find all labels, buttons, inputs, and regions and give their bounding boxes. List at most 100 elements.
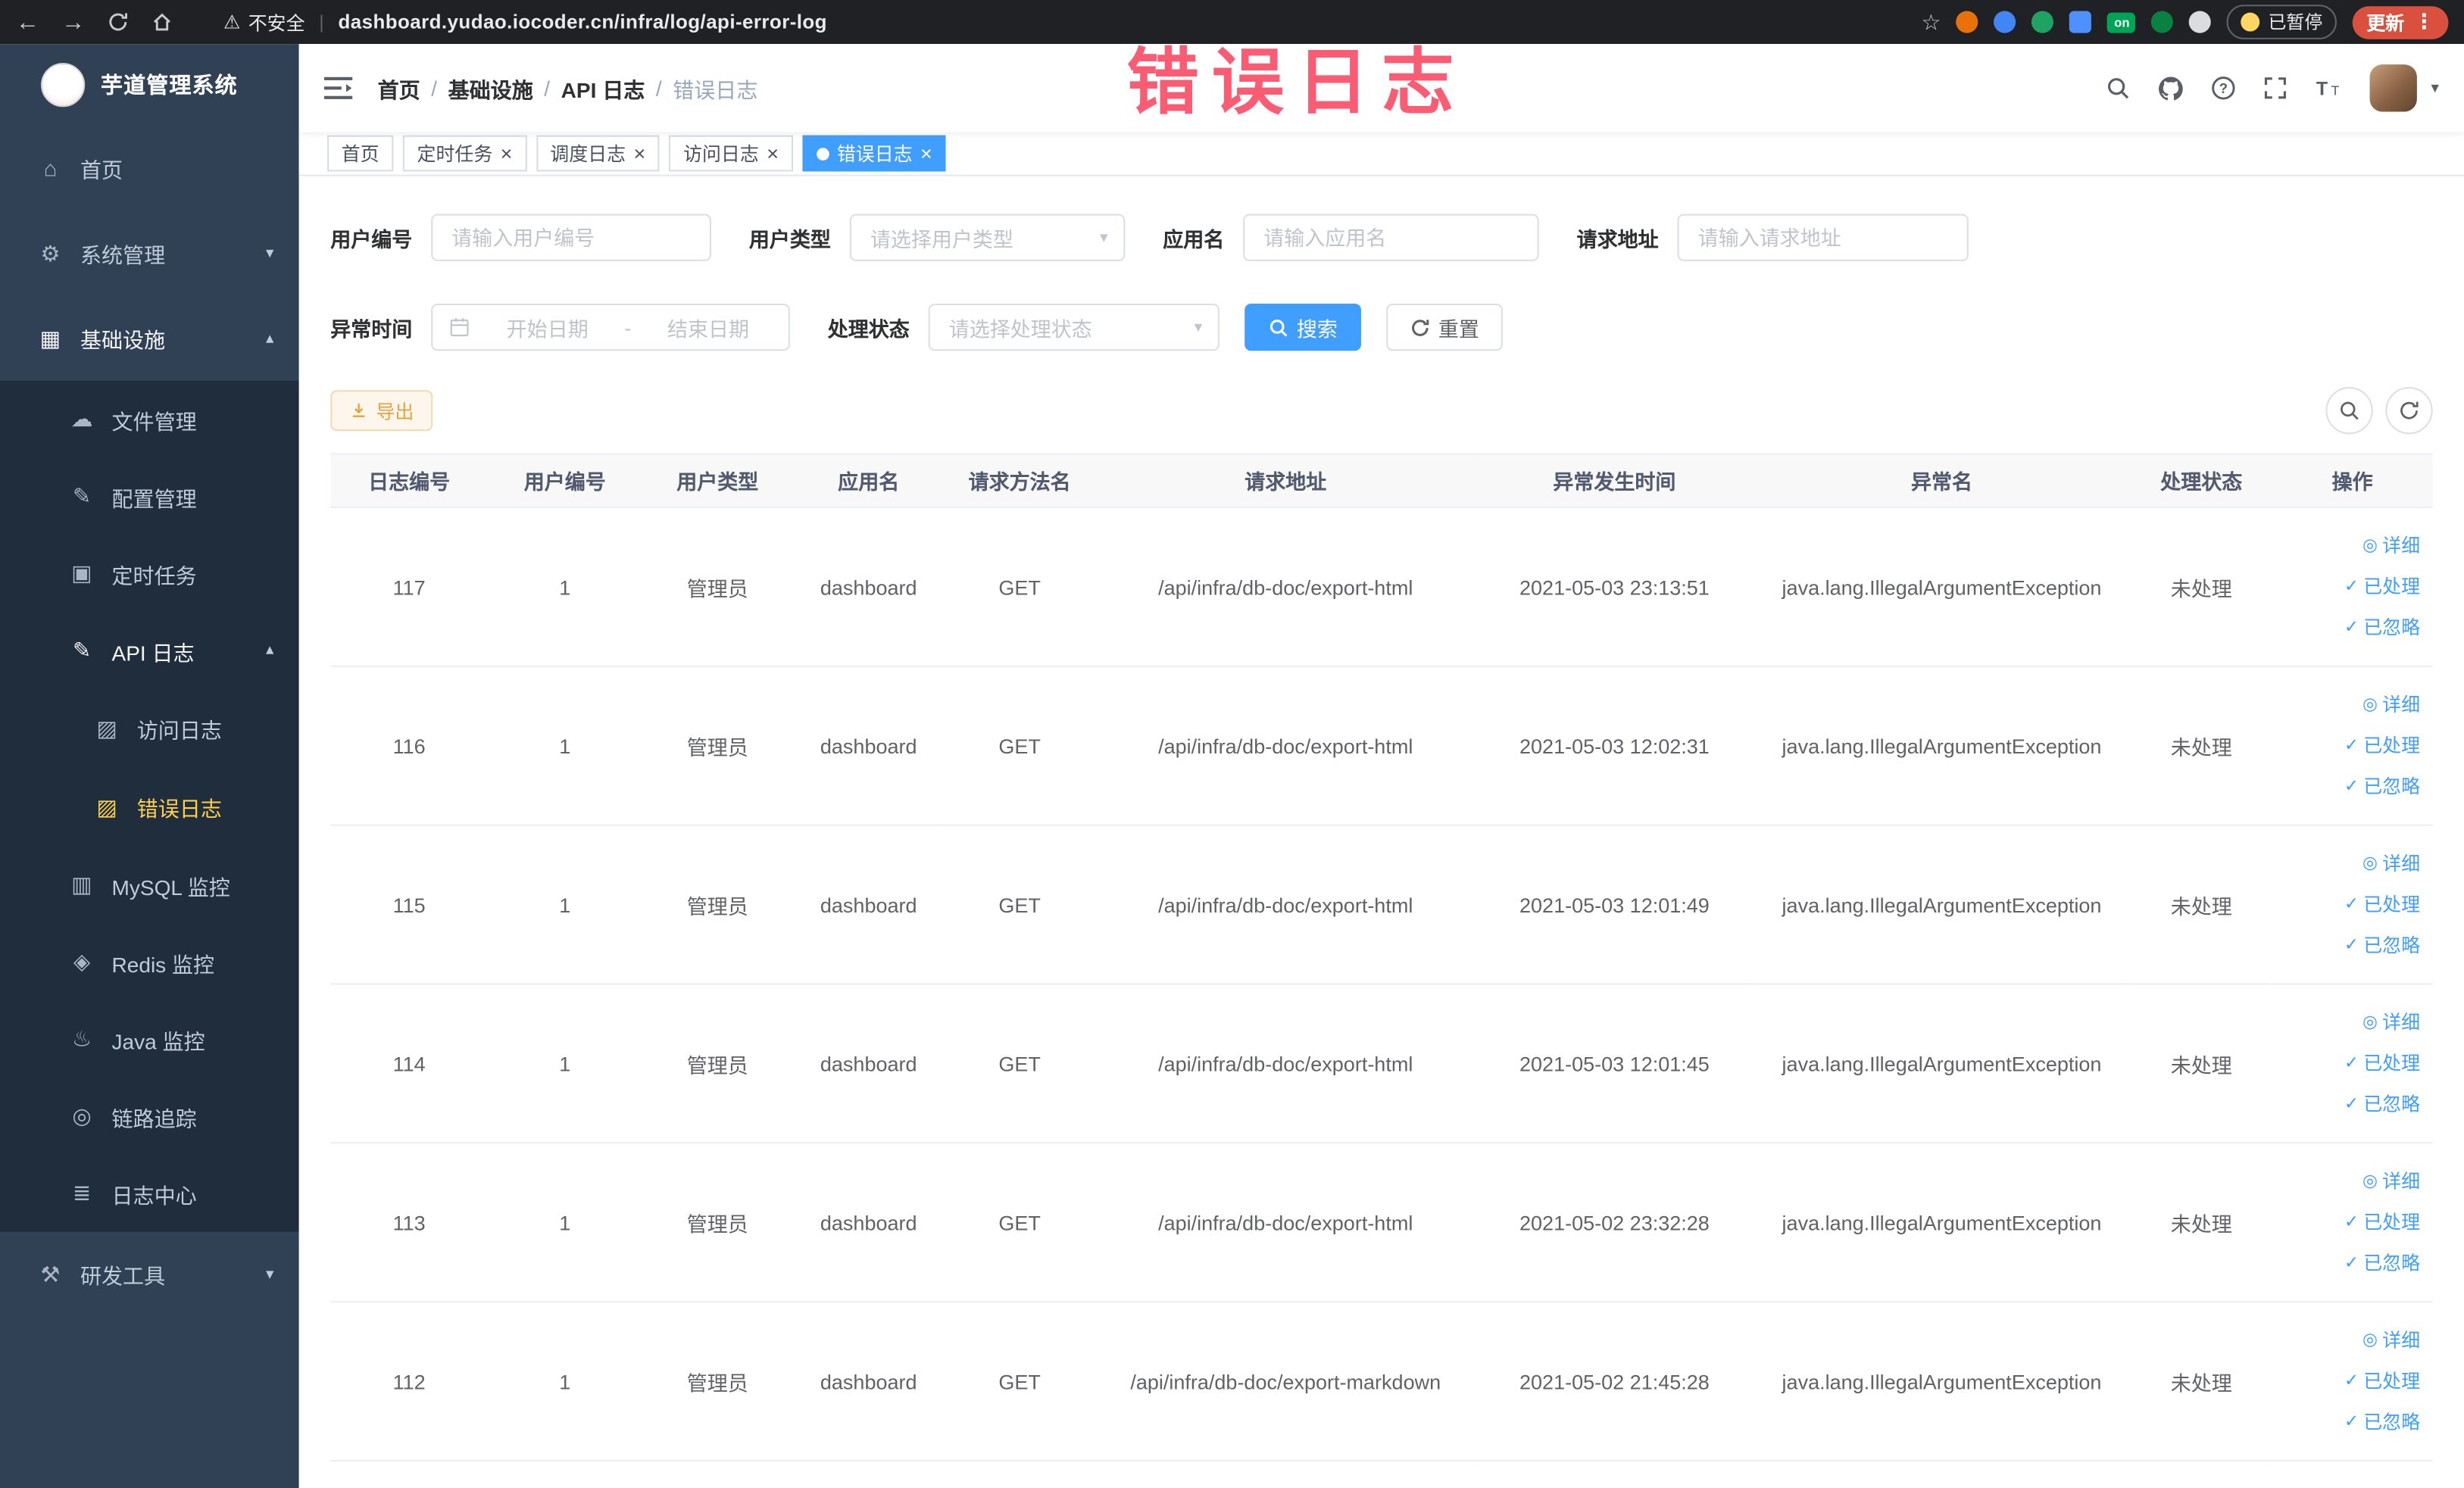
sidebar-item-link-trace[interactable]: ◎ 链路追踪 [0, 1078, 299, 1155]
detail-link[interactable]: ◎ 详细 [2363, 691, 2420, 719]
processed-link[interactable]: ✓ 已处理 [2344, 1050, 2420, 1078]
action-label: 已忽略 [2363, 1411, 2421, 1433]
ignore-link[interactable]: ✓ 已忽略 [2344, 1249, 2420, 1277]
browser-update-button[interactable]: 更新 ⋮ [2352, 5, 2449, 39]
cell-method: GET [944, 825, 1095, 985]
bookmark-star-icon[interactable]: ☆ [1921, 8, 1941, 35]
chevron-down-icon[interactable]: ▾ [2431, 80, 2439, 97]
extension-on-badge[interactable]: on [2107, 11, 2137, 33]
sidebar-item-redis-monitor[interactable]: ◈ Redis 监控 [0, 923, 299, 1001]
tab-access-log[interactable]: 访问日志 × [669, 135, 793, 172]
ignore-link[interactable]: ✓ 已忽略 [2344, 772, 2420, 800]
check-icon: ✓ [2344, 936, 2359, 955]
close-icon[interactable]: × [633, 143, 645, 164]
tab-scheduled-task[interactable]: 定时任务 × [402, 135, 527, 172]
breadcrumb-item[interactable]: 首页 [378, 73, 420, 105]
processed-link[interactable]: ✓ 已处理 [2344, 1367, 2420, 1395]
exception-time-range-picker[interactable]: 开始日期 - 结束日期 [431, 303, 790, 351]
address-bar[interactable]: ⚠ 不安全 | dashboard.yudao.iocoder.cn/infra… [223, 8, 827, 35]
user-type-select[interactable]: 请选择用户类型 ▾ [849, 214, 1126, 261]
chevron-down-icon: ▾ [1194, 318, 1203, 336]
toggle-search-button[interactable] [2325, 387, 2373, 435]
sidebar-item-scheduled-task[interactable]: ▣ 定时任务 [0, 535, 299, 613]
ignore-link[interactable]: ✓ 已忽略 [2344, 931, 2420, 959]
sidebar-item-access-log[interactable]: ▨ 访问日志 [0, 688, 299, 768]
processed-link[interactable]: ✓ 已处理 [2344, 1208, 2420, 1236]
tab-schedule-log[interactable]: 调度日志 × [536, 135, 660, 172]
app-name-input[interactable] [1243, 214, 1539, 261]
refresh-table-button[interactable] [2385, 387, 2433, 435]
ignore-link[interactable]: ✓ 已忽略 [2344, 1408, 2420, 1436]
close-icon[interactable]: × [501, 143, 513, 164]
extension-icon[interactable] [1994, 11, 2017, 33]
sidebar-item-infrastructure[interactable]: ▦ 基础设施 ▴ [0, 296, 299, 381]
logo[interactable]: 芋道管理系统 [0, 44, 299, 126]
api-log-icon: ✎ [72, 637, 92, 663]
sidebar-item-error-log[interactable]: ▨ 错误日志 [0, 767, 299, 847]
export-button[interactable]: 导出 [330, 390, 433, 432]
detail-link[interactable]: ◎ 详细 [2363, 850, 2420, 878]
tab-error-log[interactable]: 错误日志 × [802, 135, 947, 172]
font-size-icon[interactable]: TT [2315, 76, 2343, 101]
sidebar-item-system-management[interactable]: ⚙ 系统管理 ▾ [0, 211, 299, 295]
hamburger-icon[interactable] [323, 76, 353, 101]
breadcrumb-item[interactable]: API 日志 [561, 73, 645, 105]
forward-icon[interactable]: → [61, 8, 85, 35]
sidebar-item-api-log[interactable]: ✎ API 日志 ▴ [0, 612, 299, 689]
extension-icon[interactable] [2031, 11, 2055, 33]
extension-icon[interactable] [1957, 11, 1979, 33]
sidebar-item-log-center[interactable]: ≣ 日志中心 [0, 1154, 299, 1232]
sidebar-item-label: 定时任务 [111, 563, 197, 588]
sidebar-item-file-management[interactable]: ☁ 文件管理 [0, 380, 299, 458]
reload-icon[interactable] [107, 11, 129, 33]
cell-request-url: /api/infra/db-doc/export-markdown [1095, 1302, 1476, 1461]
user-id-input[interactable] [431, 214, 712, 261]
extension-icon[interactable] [2069, 11, 2092, 33]
cell-status: 未处理 [2130, 507, 2272, 667]
request-url-input[interactable] [1677, 214, 1969, 261]
search-button[interactable]: 搜索 [1244, 303, 1362, 351]
sidebar-item-java-monitor[interactable]: ♨ Java 监控 [0, 1000, 299, 1078]
close-icon[interactable]: × [767, 143, 779, 164]
tab-home[interactable]: 首页 [327, 135, 394, 172]
ignore-link[interactable]: ✓ 已忽略 [2344, 613, 2420, 641]
detail-link[interactable]: ◎ 详细 [2363, 1009, 2420, 1037]
column-header: 操作 [2272, 453, 2433, 509]
sidebar-item-config-management[interactable]: ✎ 配置管理 [0, 457, 299, 535]
cell-app-name: dashboard [793, 825, 945, 985]
search-icon[interactable] [2105, 76, 2130, 101]
processed-link[interactable]: ✓ 已处理 [2344, 572, 2420, 601]
back-icon[interactable]: ← [16, 8, 39, 35]
kebab-menu-icon[interactable]: ⋮ [2414, 9, 2434, 34]
check-icon: ✓ [2344, 577, 2359, 597]
sidebar-menu: ⌂ 首页 ⚙ 系统管理 ▾ ▦ 基础设施 ▴ ☁ 文件管理 ✎ 配置管理 ▣ 定时任务 ✎ API 日志 ▴ ▨ 访… [0, 126, 299, 1317]
process-status-select[interactable]: 请选择处理状态 ▾ [928, 303, 1220, 351]
user-type-label: 用户类型 [748, 227, 831, 251]
close-icon[interactable]: × [920, 143, 932, 164]
cell-request-url: /api/infra/db-doc/export-html [1095, 507, 1476, 667]
sidebar-item-dev-tools[interactable]: ⚒ 研发工具 ▾ [0, 1232, 299, 1317]
breadcrumb-item[interactable]: 基础设施 [448, 73, 533, 105]
processed-link[interactable]: ✓ 已处理 [2344, 891, 2420, 919]
log-center-icon: ≣ [72, 1180, 92, 1206]
extension-icon[interactable] [2189, 11, 2212, 33]
java-icon: ♨ [71, 1025, 92, 1051]
help-icon[interactable]: ? [2211, 76, 2236, 101]
action-label: 已忽略 [2363, 616, 2421, 639]
github-icon[interactable] [2157, 75, 2184, 101]
sidebar-item-home[interactable]: ⌂ 首页 [0, 126, 299, 211]
cell-status: 未处理 [2130, 1302, 2272, 1461]
user-avatar[interactable] [2369, 64, 2417, 112]
eye-icon: ◎ [2362, 854, 2378, 873]
paused-extension-chip[interactable]: 已暂停 [2227, 5, 2337, 39]
sidebar-item-mysql-monitor[interactable]: ▥ MySQL 监控 [0, 846, 299, 924]
processed-link[interactable]: ✓ 已处理 [2344, 732, 2420, 760]
detail-link[interactable]: ◎ 详细 [2363, 1326, 2420, 1354]
detail-link[interactable]: ◎ 详细 [2363, 1167, 2420, 1195]
ignore-link[interactable]: ✓ 已忽略 [2344, 1090, 2420, 1118]
reset-button[interactable]: 重置 [1386, 303, 1504, 351]
extension-icon[interactable] [2151, 11, 2174, 33]
home-browser-icon[interactable] [151, 11, 173, 33]
fullscreen-icon[interactable] [2263, 76, 2288, 101]
detail-link[interactable]: ◎ 详细 [2363, 532, 2420, 560]
